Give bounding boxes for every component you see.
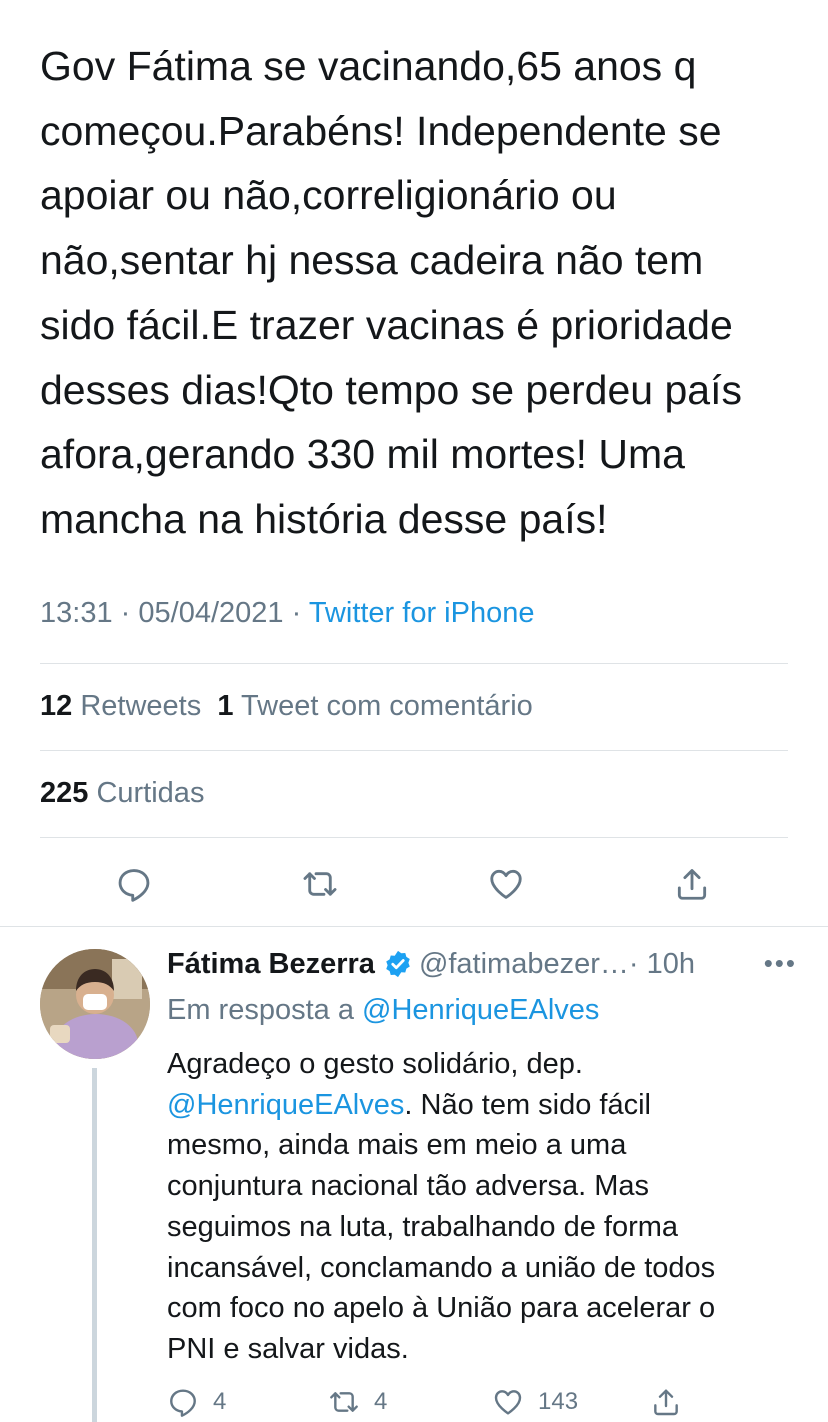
verified-badge-icon — [386, 950, 410, 978]
reply-icon — [170, 1389, 196, 1417]
retweets-stat[interactable]: 12 Retweets — [40, 690, 201, 722]
quotes-count: 1 — [217, 690, 234, 722]
tweet-text: Gov Fátima se vacinando,65 anos q começo… — [40, 43, 742, 542]
tweet-actions-bar — [0, 860, 828, 908]
reply-reply-count: 4 — [213, 1388, 227, 1415]
reply-header: Fátima Bezerra @fatimabezer… · 10h ••• — [167, 942, 797, 986]
retweets-label: Retweets — [80, 690, 202, 722]
reply-text-part: . Não tem sido fácil mesmo, ainda mais e… — [167, 1088, 716, 1365]
in-reply-to-handle-link[interactable]: @HenriqueEAlves — [362, 994, 599, 1026]
meta-separator: · — [291, 597, 302, 629]
quotes-label: Tweet com comentário — [241, 690, 533, 722]
tweet-time: 13:31 — [40, 597, 113, 629]
reply-text-part: Agradeço o gesto solidário, dep. — [167, 1048, 583, 1080]
divider — [40, 663, 788, 664]
reply-like-count: 143 — [538, 1388, 579, 1415]
retweet-icon — [330, 1392, 358, 1412]
share-icon — [677, 869, 707, 900]
likes-count: 225 — [40, 777, 89, 809]
reply-like-button[interactable]: 143 — [492, 1386, 578, 1418]
share-icon — [654, 1389, 678, 1416]
reply-author-handle[interactable]: @fatimabezer… — [419, 948, 629, 981]
reply-retweet-button[interactable]: 4 — [328, 1386, 387, 1418]
retweet-button[interactable] — [296, 860, 344, 908]
heart-icon — [490, 869, 522, 899]
divider — [40, 750, 788, 751]
tweet-date: 05/04/2021 — [138, 597, 284, 629]
share-button[interactable] — [668, 860, 716, 908]
in-reply-to-prefix: Em resposta a — [167, 994, 354, 1026]
quotes-stat[interactable]: 1 Tweet com comentário — [217, 690, 532, 722]
heart-icon — [494, 1390, 522, 1415]
reply-text: Agradeço o gesto solidário, dep. @Henriq… — [167, 1044, 797, 1370]
reply-actions-bar: 4 4 143 — [0, 1380, 828, 1422]
divider — [40, 837, 788, 838]
thread-connector-line — [92, 1068, 97, 1422]
more-options-icon[interactable]: ••• — [764, 948, 797, 979]
like-button[interactable] — [482, 860, 530, 908]
section-divider — [0, 926, 828, 927]
retweet-icon — [303, 872, 337, 896]
in-reply-to: Em resposta a @HenriqueEAlves — [167, 988, 797, 1032]
retweet-stats-row: 12 Retweets 1 Tweet com comentário — [40, 690, 533, 723]
reply-age: · 10h — [628, 947, 695, 980]
likes-stat[interactable]: 225 Curtidas — [40, 777, 204, 810]
tweet-meta: 13:31 · 05/04/2021 · Twitter for iPhone — [40, 597, 534, 630]
reply-button[interactable] — [110, 860, 158, 908]
reply-icon — [118, 869, 150, 902]
mention-link[interactable]: @HenriqueEAlves — [167, 1089, 404, 1121]
reply-tweet[interactable]: Fátima Bezerra @fatimabezer… · 10h ••• E… — [167, 942, 797, 1370]
likes-label: Curtidas — [96, 777, 205, 809]
meta-separator: · — [120, 597, 131, 629]
reply-reply-button[interactable]: 4 — [167, 1386, 226, 1418]
tweet-detail-screen: Gov Fátima se vacinando,65 anos q começo… — [0, 0, 828, 1422]
retweets-count: 12 — [40, 690, 73, 722]
reply-author-name[interactable]: Fátima Bezerra — [167, 948, 375, 981]
reply-retweet-count: 4 — [374, 1388, 388, 1415]
reply-share-button[interactable] — [650, 1386, 696, 1418]
avatar[interactable] — [40, 949, 150, 1059]
tweet-source-link[interactable]: Twitter for iPhone — [309, 597, 535, 629]
avatar-photo — [40, 949, 150, 1059]
